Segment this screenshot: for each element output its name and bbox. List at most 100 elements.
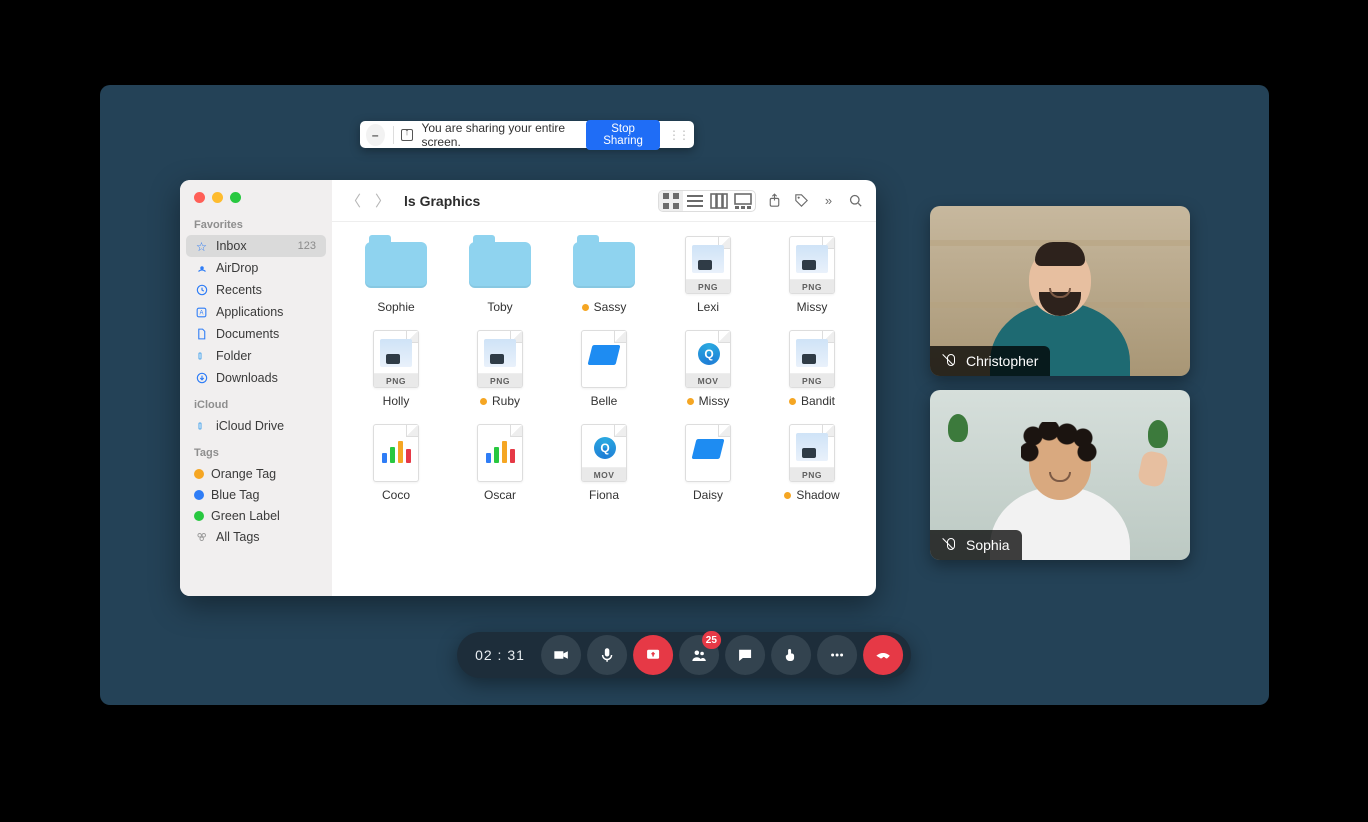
participants-button[interactable]: 25 — [679, 635, 719, 675]
back-icon[interactable]: 〈 — [344, 190, 363, 211]
finder-toolbar: 〈 〉 ls Graphics » — [332, 180, 876, 222]
icon-view-icon[interactable] — [659, 191, 683, 211]
file-item[interactable]: Belle — [556, 330, 652, 408]
call-timer: 02 : 31 — [475, 647, 525, 663]
png-thumbnail-icon: PNG — [780, 236, 844, 294]
file-item[interactable]: Sophie — [348, 236, 444, 314]
forward-icon[interactable]: 〉 — [373, 190, 392, 211]
maximize-icon[interactable] — [230, 192, 241, 203]
reactions-button[interactable] — [771, 635, 811, 675]
mov-thumbnail-icon: MOV — [572, 424, 636, 482]
file-name: Missy — [699, 394, 730, 408]
icloud-icon — [194, 419, 209, 434]
folder-thumbnail-icon — [468, 236, 532, 294]
sidebar-item-label: All Tags — [216, 530, 260, 544]
png-thumbnail-icon: PNG — [780, 424, 844, 482]
file-name: Sassy — [594, 300, 627, 314]
mic-muted-icon — [942, 353, 958, 369]
file-item[interactable]: PNG Lexi — [660, 236, 756, 314]
png-thumbnail-icon: PNG — [364, 330, 428, 388]
mov-thumbnail-icon: MOV — [676, 330, 740, 388]
view-mode-group — [658, 190, 756, 212]
finder-title: ls Graphics — [404, 193, 480, 209]
png-thumbnail-icon: PNG — [780, 330, 844, 388]
search-icon[interactable] — [847, 193, 864, 208]
list-view-icon[interactable] — [683, 191, 707, 211]
file-name: Lexi — [697, 300, 719, 314]
close-icon[interactable] — [194, 192, 205, 203]
tag-dot-icon — [194, 490, 204, 500]
drag-handle-icon[interactable]: ⋮⋮ — [668, 128, 688, 142]
participant-caption: Sophia — [930, 530, 1022, 560]
tag-dot-icon — [784, 492, 791, 499]
key-thumbnail-icon — [572, 330, 636, 388]
sidebar-header-icloud: iCloud — [180, 395, 332, 415]
file-item[interactable]: Oscar — [452, 424, 548, 502]
file-item[interactable]: Toby — [452, 236, 548, 314]
png-thumbnail-icon: PNG — [468, 330, 532, 388]
file-item[interactable]: PNGShadow — [764, 424, 860, 502]
tag-dot-icon — [789, 398, 796, 405]
sidebar-tag-orange[interactable]: Orange Tag — [180, 463, 332, 484]
file-item[interactable]: PNGMissy — [764, 236, 860, 314]
more-options-button[interactable] — [817, 635, 857, 675]
file-grid: SophieTobySassyPNGLexiPNGMissyPNGHollyPN… — [332, 222, 876, 596]
file-item[interactable]: Daisy — [660, 424, 756, 502]
camera-button[interactable] — [541, 635, 581, 675]
file-item[interactable]: Coco — [348, 424, 444, 502]
chat-button[interactable] — [725, 635, 765, 675]
file-name: Fiona — [589, 488, 619, 502]
sidebar-item-label: Applications — [216, 305, 283, 319]
file-name: Toby — [487, 300, 512, 314]
file-item[interactable]: PNGHolly — [348, 330, 444, 408]
share-icon[interactable] — [766, 193, 783, 208]
minimize-window-icon[interactable] — [212, 192, 223, 203]
png-thumbnail-icon: PNG — [676, 236, 740, 294]
participant-tile[interactable]: Sophia — [930, 390, 1190, 560]
airdrop-icon — [194, 261, 209, 276]
sidebar-item-airdrop[interactable]: AirDrop — [180, 257, 332, 279]
share-screen-icon[interactable] — [401, 129, 413, 141]
microphone-button[interactable] — [587, 635, 627, 675]
tag-dot-icon — [194, 469, 204, 479]
applications-icon: A — [194, 305, 209, 320]
sidebar-tag-blue[interactable]: Blue Tag — [180, 484, 332, 505]
file-item[interactable]: MOV Fiona — [556, 424, 652, 502]
folder-thumbnail-icon — [364, 236, 428, 294]
column-view-icon[interactable] — [707, 191, 731, 211]
file-item[interactable]: MOV Missy — [660, 330, 756, 408]
sidebar-item-label: Downloads — [216, 371, 278, 385]
file-item[interactable]: Sassy — [556, 236, 652, 314]
tag-icon[interactable] — [793, 193, 810, 208]
more-icon[interactable]: » — [820, 193, 837, 208]
stop-sharing-button[interactable]: Stop Sharing — [586, 120, 660, 150]
sidebar-item-label: Blue Tag — [211, 488, 259, 502]
finder-window: Favorites ☆ Inbox 123 AirDrop Recents A … — [180, 180, 876, 596]
screen-share-bar: – You are sharing your entire screen. St… — [360, 121, 694, 148]
tag-dot-icon — [480, 398, 487, 405]
file-item[interactable]: PNG Bandit — [764, 330, 860, 408]
sidebar-item-documents[interactable]: Documents — [180, 323, 332, 345]
sidebar-item-folder[interactable]: Folder — [180, 345, 332, 367]
sidebar-item-downloads[interactable]: Downloads — [180, 367, 332, 389]
file-item[interactable]: PNGRuby — [452, 330, 548, 408]
sidebar-item-applications[interactable]: A Applications — [180, 301, 332, 323]
sidebar-item-inbox[interactable]: ☆ Inbox 123 — [186, 235, 326, 257]
star-icon: ☆ — [194, 239, 209, 254]
minimize-icon[interactable]: – — [366, 124, 385, 146]
end-call-button[interactable] — [863, 635, 903, 675]
share-screen-button[interactable] — [633, 635, 673, 675]
sidebar-header-tags: Tags — [180, 443, 332, 463]
participants-count-badge: 25 — [702, 631, 721, 649]
gallery-view-icon[interactable] — [731, 191, 755, 211]
participant-tile[interactable]: Christopher — [930, 206, 1190, 376]
file-name: Bandit — [801, 394, 835, 408]
tag-dot-icon — [687, 398, 694, 405]
sidebar-item-label: AirDrop — [216, 261, 258, 275]
folder-thumbnail-icon — [572, 236, 636, 294]
sidebar-tag-green[interactable]: Green Label — [180, 505, 332, 526]
sidebar-item-icloud-drive[interactable]: iCloud Drive — [180, 415, 332, 437]
sidebar-item-label: Folder — [216, 349, 251, 363]
sidebar-item-all-tags[interactable]: All Tags — [180, 526, 332, 548]
sidebar-item-recents[interactable]: Recents — [180, 279, 332, 301]
